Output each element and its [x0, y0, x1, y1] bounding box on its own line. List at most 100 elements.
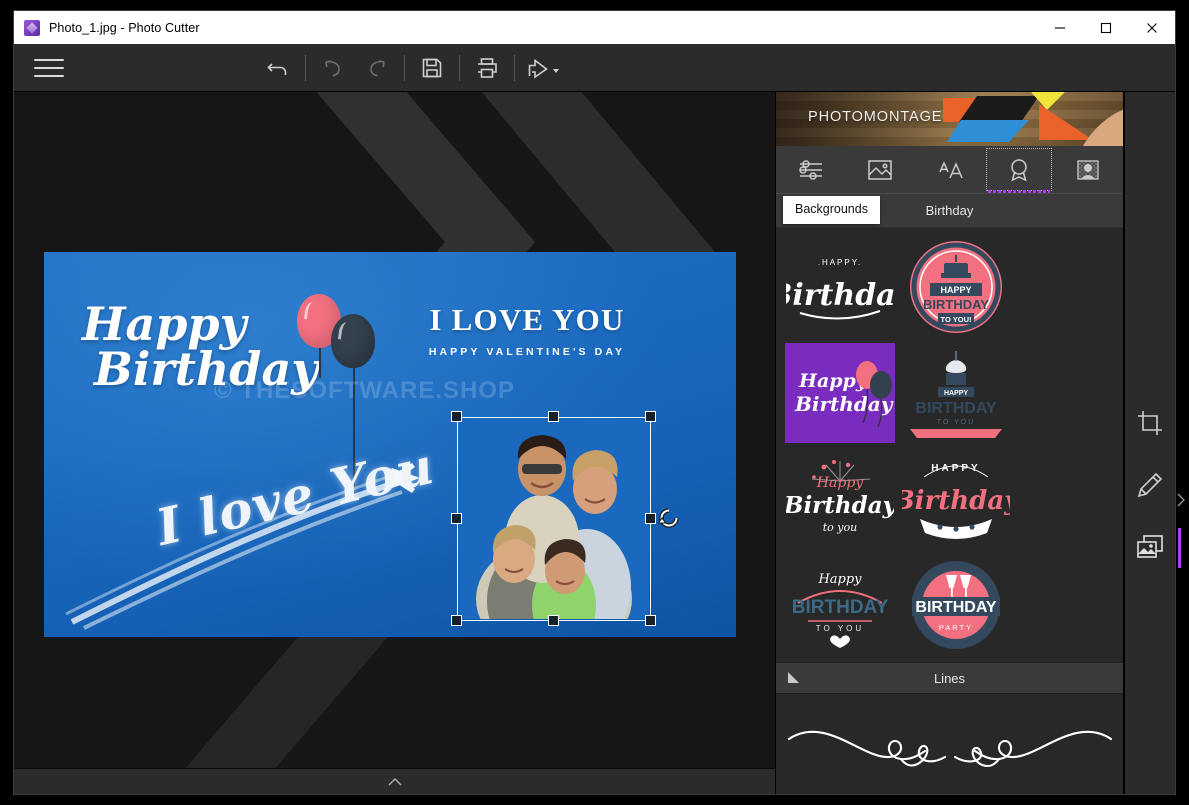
thumbnail-item[interactable]: Happy BIRTHDAY TO YOU: [785, 555, 895, 655]
balloon-string: [319, 348, 321, 378]
handle-top-center[interactable]: [548, 411, 559, 422]
chevron-down-icon[interactable]: [553, 69, 559, 73]
lines-section-header[interactable]: Lines: [776, 662, 1123, 694]
tab-masks[interactable]: [1054, 146, 1123, 193]
banner-title: PHOTOMONTAGE: [808, 109, 942, 125]
thumbnail-grid: .HAPPY. Birthday: [782, 234, 1117, 662]
section-title[interactable]: Birthday: [926, 203, 974, 218]
valentine-subtitle: HAPPY VALENTINE'S DAY: [402, 346, 652, 358]
thumbnail-item[interactable]: HAPPY BIRTHDAY TO YOU: [901, 343, 1011, 443]
photo-cutter-icon: [24, 20, 40, 36]
backgrounds-chip[interactable]: Backgrounds: [783, 196, 880, 224]
chevron-right-icon[interactable]: [1174, 480, 1188, 520]
canvas-bottom-bar[interactable]: [14, 768, 775, 794]
clipart-panel: PHOTOMONTAGE: [776, 92, 1124, 794]
svg-text:Birthday: Birthday: [786, 492, 894, 519]
redo-icon[interactable]: [355, 44, 399, 92]
handle-bottom-right[interactable]: [645, 615, 656, 626]
printer-icon[interactable]: [465, 44, 509, 92]
watermark-text: © THESOFTWARE.SHOP: [214, 377, 515, 405]
valentine-text-object[interactable]: I LOVE YOU HAPPY VALENTINE'S DAY: [402, 302, 652, 358]
pen-cutter-icon[interactable]: [1125, 454, 1175, 516]
title-bar: Photo_1.jpg - Photo Cutter: [14, 11, 1175, 44]
svg-text:BIRTHDAY: BIRTHDAY: [792, 597, 889, 618]
svg-text:BIRTHDAY: BIRTHDAY: [915, 400, 997, 417]
svg-text:.HAPPY.: .HAPPY.: [818, 258, 863, 267]
svg-text:HAPPY: HAPPY: [940, 285, 971, 295]
handle-middle-left[interactable]: [451, 513, 462, 524]
rotate-icon[interactable]: [656, 505, 682, 531]
tab-text[interactable]: [915, 146, 984, 193]
toolbar-separator: [404, 55, 405, 81]
thumbnail-scroll-area[interactable]: .HAPPY. Birthday: [776, 228, 1123, 662]
canvas-stage[interactable]: Happy Birthday I LOVE YOU HAPPY VALENTIN…: [14, 92, 775, 768]
badge-ribbon-icon: [1004, 157, 1034, 183]
svg-text:to you: to you: [823, 521, 857, 534]
tool-rail: [1124, 92, 1175, 794]
valentine-title: I LOVE YOU: [402, 302, 652, 338]
close-icon[interactable]: [1129, 11, 1175, 44]
menu-icon[interactable]: [32, 55, 66, 81]
headline-line-1: Happy: [82, 302, 318, 347]
svg-text:PARTY: PARTY: [939, 623, 973, 632]
crop-icon[interactable]: [1125, 392, 1175, 454]
toolbar-separator: [305, 55, 306, 81]
lines-section-title: Lines: [934, 671, 965, 686]
svg-text:TO YOU!: TO YOU!: [941, 315, 972, 324]
svg-text:HAPPY: HAPPY: [931, 463, 980, 474]
toolbar-actions: [256, 44, 564, 92]
panel-tab-bar: [776, 146, 1123, 194]
thumbnail-item[interactable]: HAPPY BIRTHDAY TO YOU!: [901, 237, 1011, 337]
svg-text:BIRTHDAY: BIRTHDAY: [915, 599, 997, 616]
lines-thumbnail-area[interactable]: [776, 694, 1123, 794]
back-arrow-icon[interactable]: [256, 44, 300, 92]
balloon-highlight: [304, 301, 318, 320]
portrait-mask-icon: [1073, 157, 1103, 183]
share-icon[interactable]: [520, 44, 564, 92]
toolbar-separator: [514, 55, 515, 81]
tab-images[interactable]: [845, 146, 914, 193]
handle-middle-right[interactable]: [645, 513, 656, 524]
tangram-graphic: [943, 92, 1123, 146]
undo-icon[interactable]: [311, 44, 355, 92]
text-aa-icon: [935, 157, 965, 183]
save-floppy-icon[interactable]: [410, 44, 454, 92]
svg-text:TO YOU: TO YOU: [816, 624, 864, 633]
toolbar-separator: [459, 55, 460, 81]
dark-balloon-icon: [331, 314, 375, 368]
handle-bottom-center[interactable]: [548, 615, 559, 626]
svg-text:Happy: Happy: [816, 475, 864, 491]
picture-icon: [865, 157, 895, 183]
images-stack-icon[interactable]: [1125, 516, 1175, 578]
svg-text:Birthday: Birthday: [786, 278, 894, 313]
chevron-up-icon: [387, 777, 403, 787]
thumbnail-item[interactable]: Happy Birthday: [785, 343, 895, 443]
window-title: Photo_1.jpg - Photo Cutter: [49, 21, 200, 35]
montage-document[interactable]: Happy Birthday I LOVE YOU HAPPY VALENTIN…: [44, 252, 736, 637]
thumbnail-item[interactable]: BIRTHDAY PARTY: [901, 555, 1011, 655]
handle-top-right[interactable]: [645, 411, 656, 422]
handle-bottom-left[interactable]: [451, 615, 462, 626]
photomontage-banner: PHOTOMONTAGE: [776, 92, 1123, 146]
family-photo-object[interactable]: [459, 419, 649, 619]
collapse-triangle-icon[interactable]: [788, 672, 799, 683]
maximize-icon[interactable]: [1083, 11, 1129, 44]
tab-clipart[interactable]: [984, 146, 1053, 193]
app-window: Photo_1.jpg - Photo Cutter: [13, 10, 1176, 795]
tab-adjustments[interactable]: [776, 146, 845, 193]
workspace: Happy Birthday I LOVE YOU HAPPY VALENTIN…: [14, 92, 1175, 794]
svg-text:Happy: Happy: [817, 572, 862, 587]
swirl-divider-icon: [785, 709, 1115, 779]
main-toolbar: [14, 44, 1175, 92]
svg-text:Birthday: Birthday: [902, 486, 1010, 516]
thumbnail-item[interactable]: HAPPY Birthday: [901, 449, 1011, 549]
handle-top-left[interactable]: [451, 411, 462, 422]
svg-text:TO YOU: TO YOU: [937, 419, 976, 426]
minimize-icon[interactable]: [1037, 11, 1083, 44]
thumbnail-item[interactable]: .HAPPY. Birthday: [785, 237, 895, 337]
sliders-icon: [796, 157, 826, 183]
canvas-area: Happy Birthday I LOVE YOU HAPPY VALENTIN…: [14, 92, 776, 794]
thumbnail-item[interactable]: Happy Birthday to you: [785, 449, 895, 549]
balloon-highlight: [338, 321, 352, 340]
section-tab-row: Birthday Backgrounds: [776, 194, 1123, 228]
